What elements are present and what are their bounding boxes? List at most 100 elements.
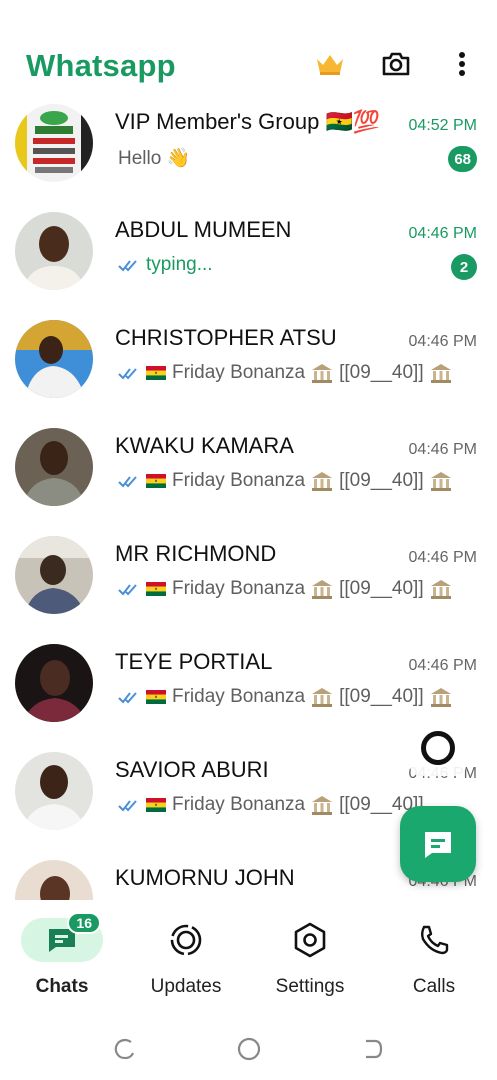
status-bar: [0, 0, 497, 12]
chat-preview: Friday Bonanza [[09__40]]: [118, 470, 452, 492]
chat-name: CHRISTOPHER ATSU: [115, 325, 337, 350]
whatsapp-app: Whatsapp VIP Member's Group 🇬🇭💯 04:52 PM…: [0, 0, 497, 1080]
double-check-icon: [118, 584, 137, 596]
nav-settings-pill: [269, 918, 351, 962]
nav-calls-label: Calls: [412, 976, 456, 997]
avatar: [15, 104, 93, 182]
chat-row-christopher-atsu[interactable]: CHRISTOPHER ATSU 04:46 PM Friday Bonanza…: [0, 316, 497, 424]
nav-updates-label: Updates: [150, 976, 222, 997]
chat-row-vip-group[interactable]: VIP Member's Group 🇬🇭💯 04:52 PM Hello 👋 …: [0, 100, 497, 208]
preview-text: Friday Bonanza: [172, 794, 306, 815]
nav-chats[interactable]: 16 Chats: [2, 912, 122, 1008]
chat-name: MR RICHMOND: [115, 541, 277, 566]
ghana-flag-icon: [146, 366, 166, 380]
chats-unread-badge: 16: [67, 912, 101, 934]
bank-icon: [430, 580, 451, 599]
chat-row-abdul-mumeen[interactable]: ABDUL MUMEEN 04:46 PM typing... 2: [0, 208, 497, 316]
app-header: Whatsapp: [0, 36, 497, 94]
avatar: [15, 428, 93, 506]
bank-icon: [312, 364, 333, 383]
floating-circle-button[interactable]: [410, 720, 466, 776]
typing-indicator: typing...: [146, 254, 213, 275]
chat-name: KUMORNU JOHN: [115, 865, 295, 890]
settings-icon: [294, 922, 326, 958]
avatar: [15, 212, 93, 290]
chat-time: 04:46 PM: [408, 549, 477, 566]
chat-time: 04:46 PM: [408, 657, 477, 674]
more-vert-icon[interactable]: [444, 46, 480, 82]
nav-calls-pill: [393, 918, 475, 962]
ghana-flag-icon: [146, 582, 166, 596]
chat-name: KWAKU KAMARA: [115, 433, 294, 458]
bank-icon: [312, 688, 333, 707]
chat-name: TEYE PORTIAL: [115, 649, 273, 674]
double-check-icon: [118, 368, 137, 380]
preview-code: [[09__40]]: [339, 362, 424, 383]
chat-time: 04:46 PM: [408, 333, 477, 350]
chat-preview: Friday Bonanza [[09__40]]: [118, 686, 452, 708]
updates-icon: [170, 924, 202, 956]
group-emoji: 🇬🇭💯: [325, 109, 381, 134]
chat-preview: Hello 👋: [118, 148, 191, 169]
avatar: [15, 320, 93, 398]
nav-settings-label: Settings: [275, 976, 345, 997]
chat-name: VIP Member's Group 🇬🇭💯: [115, 109, 381, 134]
chat-list: VIP Member's Group 🇬🇭💯 04:52 PM Hello 👋 …: [0, 100, 497, 900]
double-check-icon: [118, 800, 137, 812]
system-navigation-bar: [0, 1020, 497, 1080]
app-title: Whatsapp: [26, 48, 176, 83]
nav-settings[interactable]: Settings: [250, 918, 370, 1008]
crown-icon[interactable]: [312, 46, 348, 82]
avatar: [15, 752, 93, 830]
chat-time: 04:46 PM: [408, 441, 477, 458]
chat-time: 04:52 PM: [408, 117, 477, 134]
nav-chats-pill: 16: [21, 912, 103, 962]
bank-icon: [312, 796, 333, 815]
double-check-icon: [118, 476, 137, 488]
preview-text: Friday Bonanza: [172, 686, 306, 707]
ghana-flag-icon: [146, 690, 166, 704]
chat-name: ABDUL MUMEEN: [115, 217, 292, 242]
bank-icon: [312, 472, 333, 491]
new-chat-fab[interactable]: [400, 806, 476, 882]
nav-chats-label: Chats: [35, 976, 89, 997]
back-icon[interactable]: [360, 1036, 386, 1062]
chat-preview: Friday Bonanza [[09__40]]: [118, 362, 452, 384]
chat-name: SAVIOR ABURI: [115, 757, 269, 782]
chat-row-mr-richmond[interactable]: MR RICHMOND 04:46 PM Friday Bonanza [[09…: [0, 532, 497, 640]
chat-row-kwaku-kamara[interactable]: KWAKU KAMARA 04:46 PM Friday Bonanza [[0…: [0, 424, 497, 532]
unread-badge: 2: [451, 254, 477, 280]
avatar: [15, 860, 93, 900]
preview-text: Friday Bonanza: [172, 578, 306, 599]
preview-code: [[09__40]]: [339, 686, 424, 707]
recents-icon[interactable]: [112, 1036, 138, 1062]
bank-icon: [430, 472, 451, 491]
avatar: [15, 536, 93, 614]
preview-text: Friday Bonanza: [172, 362, 306, 383]
bank-icon: [430, 688, 451, 707]
preview-code: [[09__40]]: [339, 578, 424, 599]
avatar: [15, 644, 93, 722]
nav-updates[interactable]: Updates: [126, 918, 246, 1008]
nav-calls[interactable]: Calls: [374, 918, 494, 1008]
circle-icon: [421, 731, 455, 765]
double-check-icon: [118, 692, 137, 704]
ghana-flag-icon: [146, 798, 166, 812]
chat-preview: typing...: [118, 254, 213, 276]
bottom-navigation: 16 Chats Updates Settings Calls: [0, 900, 497, 1010]
unread-badge: 68: [448, 146, 477, 172]
new-chat-icon: [425, 832, 451, 858]
nav-updates-pill: [145, 918, 227, 962]
preview-code: [[09__40]]: [339, 470, 424, 491]
home-icon[interactable]: [236, 1036, 262, 1062]
double-check-icon: [118, 260, 137, 272]
chat-preview: Friday Bonanza [[09__40]]: [118, 578, 452, 600]
phone-icon: [421, 925, 449, 955]
chat-time: 04:46 PM: [408, 225, 477, 242]
bank-icon: [430, 364, 451, 383]
bank-icon: [312, 580, 333, 599]
chat-preview: Friday Bonanza [[09__40]]: [118, 794, 424, 816]
camera-icon[interactable]: [378, 46, 414, 82]
preview-text: Friday Bonanza: [172, 470, 306, 491]
ghana-flag-icon: [146, 474, 166, 488]
